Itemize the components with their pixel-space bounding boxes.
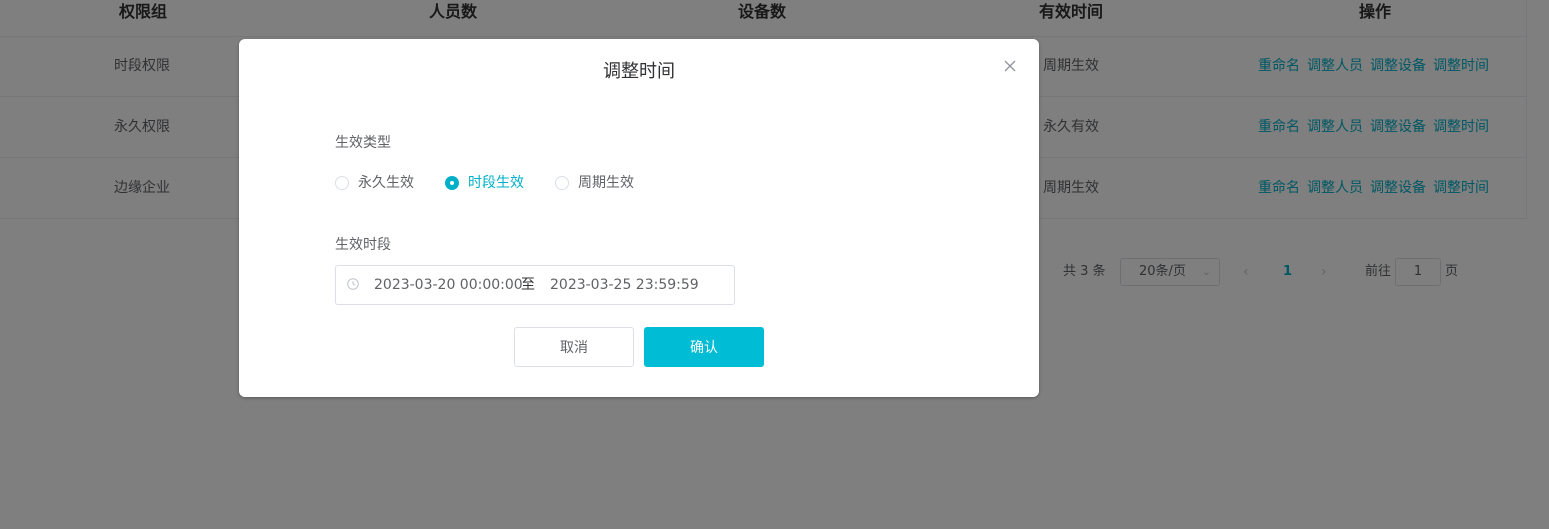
radio-label: 时段生效	[468, 175, 524, 191]
close-icon[interactable]	[1001, 57, 1019, 75]
clock-icon	[347, 278, 359, 290]
radio-circle-checked	[445, 176, 459, 190]
cancel-button[interactable]: 取消	[514, 327, 634, 367]
datetime-range-picker[interactable]: 2023-03-20 00:00:00 至 2023-03-25 23:59:5…	[335, 265, 735, 305]
effective-range-label: 生效时段	[335, 237, 391, 253]
range-end-input[interactable]: 2023-03-25 23:59:59	[550, 266, 699, 304]
radio-circle	[555, 176, 569, 190]
range-separator: 至	[521, 277, 535, 293]
range-start-input[interactable]: 2023-03-20 00:00:00	[374, 266, 523, 304]
effective-type-label: 生效类型	[335, 135, 391, 151]
radio-label: 永久生效	[358, 175, 414, 191]
dialog-title: 调整时间	[603, 61, 675, 82]
radio-label: 周期生效	[578, 175, 634, 191]
confirm-button[interactable]: 确认	[644, 327, 764, 367]
adjust-time-dialog: 调整时间 生效类型 永久生效 时段生效 周期生效 生效时段 2023-03-20…	[239, 39, 1039, 397]
radio-circle	[335, 176, 349, 190]
